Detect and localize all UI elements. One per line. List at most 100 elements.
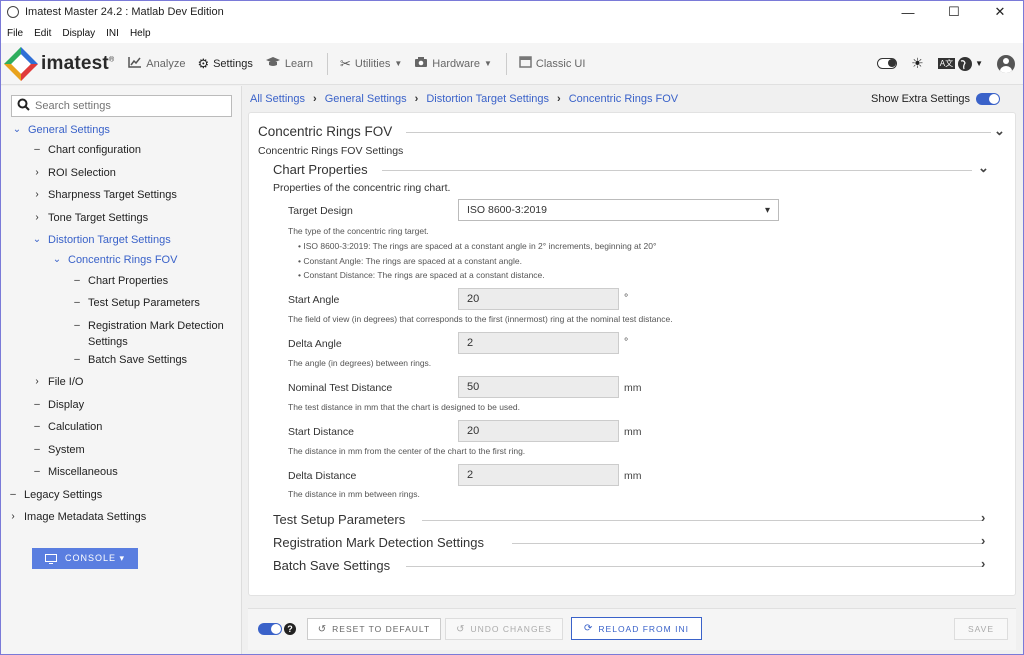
nominal-test-distance-input[interactable]: 50 [458,376,619,398]
tree-item-registration-mark-detection-line2[interactable]: Settings [88,334,128,350]
analyze-button[interactable]: Analyze [128,56,185,71]
tree-item-sharpness-target-settings[interactable]: › Sharpness Target Settings [31,187,177,203]
target-design-select[interactable]: ISO 8600-3:2019 ▾ [458,199,779,221]
tree-item-image-metadata-settings[interactable]: › Image Metadata Settings [7,509,146,525]
start-angle-input[interactable]: 20 [458,288,619,310]
menu-edit[interactable]: Edit [34,28,51,39]
utilities-button[interactable]: ✂ Utilities ▼ [340,56,402,72]
tree-item-legacy-settings[interactable]: – Legacy Settings [7,487,102,503]
tree-label: Chart configuration [48,144,141,156]
help-icon[interactable]: ? [284,623,296,635]
tree-label: Tone Target Settings [48,212,149,224]
chevron-right-icon[interactable]: › [981,510,985,525]
delta-distance-input[interactable]: 2 [458,464,619,486]
tree-item-concentric-rings-fov[interactable]: ⌄ Concentric Rings FOV [51,252,178,268]
settings-search[interactable] [11,95,232,117]
breadcrumb-all-settings[interactable]: All Settings [250,93,305,105]
theme-toggle[interactable] [877,58,898,69]
tree-item-calculation[interactable]: – Calculation [31,419,102,435]
chevron-down-icon: ⌄ [12,124,22,135]
chevron-down-icon[interactable]: ⌄ [994,123,1005,139]
footer-toggle[interactable] [258,623,282,635]
undo-changes-button[interactable]: ↺ UNDO CHANGES [445,618,563,640]
delta-distance-description: The distance in mm between rings. [288,489,420,499]
tree-item-general-settings[interactable]: ⌄ General Settings [11,122,110,138]
chevron-down-icon[interactable]: ⌄ [978,160,989,176]
search-input[interactable] [35,100,225,112]
chevron-right-icon[interactable]: › [981,556,985,571]
divider [512,543,982,544]
settings-button[interactable]: ⚙ Settings [197,56,252,72]
tree-label: Settings [88,336,128,348]
target-design-label: Target Design [288,205,353,217]
menu-help[interactable]: Help [130,28,151,39]
divider [422,520,982,521]
app-window: Imatest Master 24.2 : Matlab Dev Edition… [0,0,1024,655]
tree-label: Display [48,399,85,411]
console-button[interactable]: CONSOLE ▾ [32,548,138,569]
tree-label: Image Metadata Settings [24,511,147,523]
tree-item-system[interactable]: – System [31,442,84,458]
group-test-setup-parameters[interactable]: Test Setup Parameters [273,512,405,527]
start-distance-input[interactable]: 20 [458,420,619,442]
tree-item-test-setup-parameters[interactable]: – Test Setup Parameters [71,295,200,311]
maximize-button[interactable]: ☐ [931,1,977,23]
tree-item-miscellaneous[interactable]: – Miscellaneous [31,464,117,480]
toolbar-divider [326,52,328,75]
target-design-description: The type of the concentric ring target. [288,226,429,236]
hardware-button[interactable]: Hardware ▼ [414,56,492,71]
learn-button[interactable]: Learn [265,56,313,71]
dash-icon: – [34,444,40,455]
divider [406,132,991,133]
close-button[interactable]: ✕ [977,1,1023,23]
chevron-right-icon[interactable]: › [981,533,985,548]
nominal-test-distance-description: The test distance in mm that the chart i… [288,402,520,412]
dash-icon: – [74,320,80,331]
bullet-item: • Constant Angle: The rings are spaced a… [298,256,522,266]
chevron-right-icon: › [35,167,39,178]
user-avatar-icon[interactable] [997,54,1015,73]
breadcrumb-general-settings[interactable]: General Settings [325,93,407,105]
show-extra-settings-toggle[interactable] [976,93,1001,105]
section-title: Concentric Rings FOV [258,124,393,139]
tree-item-chart-configuration[interactable]: – Chart configuration [31,142,141,158]
menu-ini[interactable]: INI [106,28,119,39]
group-registration-mark-detection-settings[interactable]: Registration Mark Detection Settings [273,535,484,550]
tree-item-tone-target-settings[interactable]: › Tone Target Settings [31,210,148,226]
breadcrumb-concentric-rings-fov[interactable]: Concentric Rings FOV [569,93,678,105]
minimize-button[interactable]: — [885,1,931,23]
dash-icon: – [34,144,40,155]
reset-to-default-button[interactable]: ↺ RESET TO DEFAULT [307,618,441,640]
monitor-icon [44,553,57,564]
delta-angle-description: The angle (in degrees) between rings. [288,358,432,368]
classic-ui-button[interactable]: Classic UI [519,56,585,71]
tree-item-distortion-target-settings[interactable]: ⌄ Distortion Target Settings [31,232,171,248]
tree-item-display[interactable]: – Display [31,397,84,413]
tree-item-file-io[interactable]: › File I/O [31,374,83,390]
reset-label: RESET TO DEFAULT [332,624,431,634]
tree-item-batch-save-settings[interactable]: – Batch Save Settings [71,352,187,368]
tree-label: Chart Properties [88,275,169,287]
tree-item-chart-properties[interactable]: – Chart Properties [71,273,168,289]
brightness-icon[interactable]: ☀ [911,55,924,72]
window-title: Imatest Master 24.2 : Matlab Dev Edition [25,6,224,18]
delta-angle-input[interactable]: 2 [458,332,619,354]
chevron-right-icon: › [35,189,39,200]
tree-item-registration-mark-detection[interactable]: – Registration Mark Detection [71,318,224,334]
imatest-logo: imatest® [4,46,114,81]
tree-label: Distortion Target Settings [48,234,171,246]
tree-item-roi-selection[interactable]: › ROI Selection [31,165,116,181]
menu-file[interactable]: File [7,28,23,39]
breadcrumb: All Settings › General Settings › Distor… [250,93,678,105]
chevron-right-icon: › [557,93,561,105]
show-extra-settings-label: Show Extra Settings [871,93,971,105]
save-button[interactable]: SAVE [954,618,1008,640]
group-batch-save-settings[interactable]: Batch Save Settings [273,558,390,573]
menu-display[interactable]: Display [62,28,95,39]
tree-label: File I/O [48,376,84,388]
save-label: SAVE [967,624,995,634]
language-icon[interactable]: A文 ▼ [937,56,983,72]
reload-from-ini-button[interactable]: ⟳ RELOAD FROM INI [571,617,702,640]
analyze-label: Analyze [146,57,186,70]
breadcrumb-distortion-target-settings[interactable]: Distortion Target Settings [426,93,549,105]
